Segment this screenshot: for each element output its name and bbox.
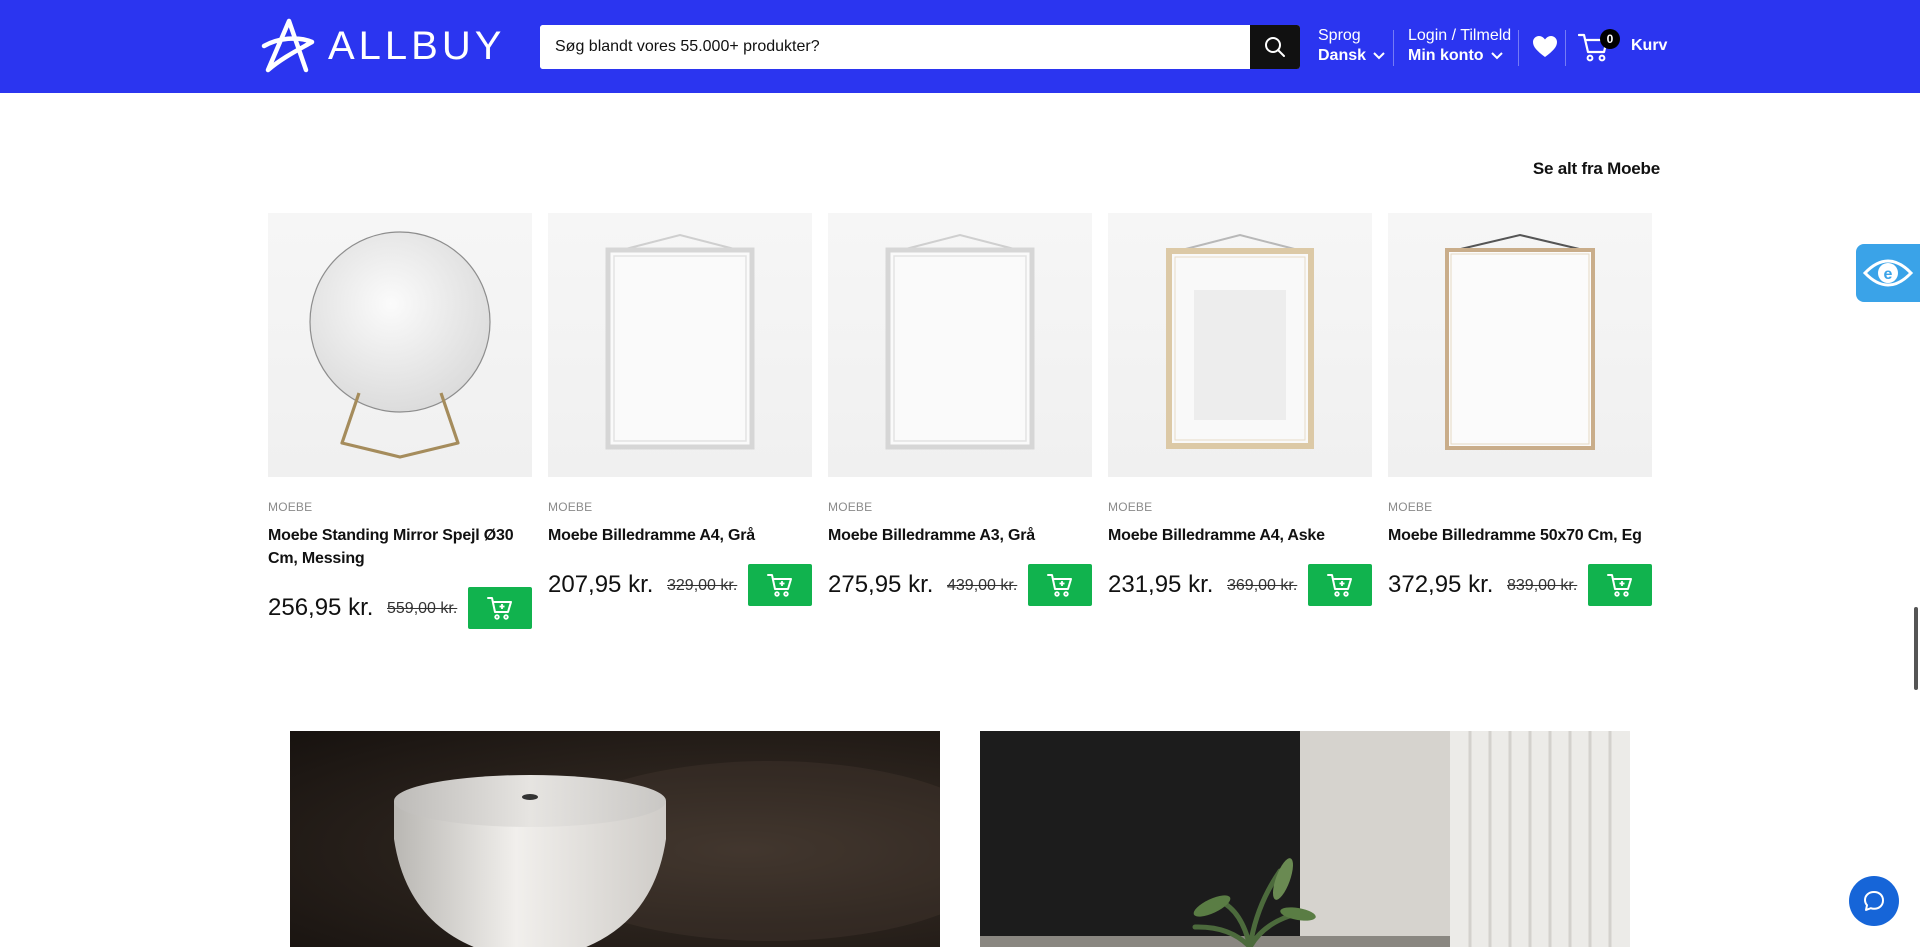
logo-text: ALLBUY bbox=[328, 23, 506, 68]
header-divider bbox=[1393, 30, 1394, 66]
product-brand: MOEBE bbox=[548, 500, 593, 514]
product-brand: MOEBE bbox=[268, 500, 313, 514]
product-name[interactable]: Moebe Standing Mirror Spejl Ø30 Cm, Mess… bbox=[268, 524, 532, 570]
language-selector[interactable]: Sprog Dansk bbox=[1318, 26, 1385, 66]
add-to-cart-button[interactable] bbox=[748, 564, 812, 606]
search-bar bbox=[540, 25, 1300, 69]
product-brand: MOEBE bbox=[1108, 500, 1153, 514]
product-image-frame-grey[interactable] bbox=[828, 213, 1092, 477]
svg-text:e: e bbox=[1884, 266, 1893, 283]
product-old-price: 439,00 kr. bbox=[947, 577, 1018, 594]
chevron-down-icon bbox=[1490, 52, 1503, 60]
product-card[interactable]: MOEBE Moebe Billedramme A3, Grå 275,95 k… bbox=[828, 213, 1092, 606]
cart-count-badge: 0 bbox=[1600, 29, 1620, 49]
product-old-price: 329,00 kr. bbox=[667, 577, 738, 594]
site-header: ALLBUY Sprog Dansk Login / Tilmeld Min k… bbox=[0, 0, 1920, 93]
product-name[interactable]: Moebe Billedramme A4, Aske bbox=[1108, 524, 1372, 547]
product-price: 372,95 kr. bbox=[1388, 571, 1494, 598]
language-value: Dansk bbox=[1318, 47, 1367, 64]
banner-lamp[interactable] bbox=[290, 731, 940, 947]
add-to-cart-button[interactable] bbox=[1588, 564, 1652, 606]
product-card[interactable]: MOEBE Moebe Billedramme 50x70 Cm, Eg 372… bbox=[1388, 213, 1652, 606]
price-row: 231,95 kr. 369,00 kr. bbox=[1108, 564, 1372, 606]
allbuy-logo[interactable]: ALLBUY bbox=[258, 18, 505, 74]
product-image-frame-ash[interactable] bbox=[1108, 213, 1372, 477]
add-to-cart-button[interactable] bbox=[468, 587, 532, 629]
chat-button[interactable] bbox=[1849, 876, 1899, 926]
product-brand: MOEBE bbox=[828, 500, 873, 514]
scrollbar-thumb[interactable] bbox=[1914, 607, 1918, 690]
product-card[interactable]: MOEBE Moebe Billedramme A4, Aske 231,95 … bbox=[1108, 213, 1372, 606]
my-account-label: Min konto bbox=[1408, 47, 1484, 64]
search-input[interactable] bbox=[540, 25, 1250, 69]
product-price: 275,95 kr. bbox=[828, 571, 934, 598]
login-register-link[interactable]: Login / Tilmeld bbox=[1408, 26, 1511, 46]
price-row: 275,95 kr. 439,00 kr. bbox=[828, 564, 1092, 606]
product-name[interactable]: Moebe Billedramme A4, Grå bbox=[548, 524, 812, 547]
search-button[interactable] bbox=[1250, 25, 1300, 69]
product-image-frame-grey[interactable] bbox=[548, 213, 812, 477]
heart-icon[interactable] bbox=[1532, 35, 1558, 59]
product-old-price: 369,00 kr. bbox=[1227, 577, 1298, 594]
accessibility-widget[interactable]: e bbox=[1856, 244, 1920, 302]
add-to-cart-icon bbox=[1047, 574, 1072, 597]
add-to-cart-icon bbox=[487, 597, 512, 620]
product-card[interactable]: MOEBE Moebe Standing Mirror Spejl Ø30 Cm… bbox=[268, 213, 532, 629]
price-row: 256,95 kr. 559,00 kr. bbox=[268, 587, 532, 629]
see-all-moebe-link[interactable]: Se alt fra Moebe bbox=[1533, 159, 1660, 179]
chat-icon bbox=[1864, 891, 1884, 911]
add-to-cart-button[interactable] bbox=[1308, 564, 1372, 606]
product-image-mirror[interactable] bbox=[268, 213, 532, 477]
header-divider bbox=[1518, 30, 1519, 66]
account-menu[interactable]: Login / Tilmeld Min konto bbox=[1408, 26, 1511, 66]
accessibility-eye-icon: e bbox=[1863, 259, 1913, 287]
language-label: Sprog bbox=[1318, 27, 1361, 44]
product-price: 256,95 kr. bbox=[268, 594, 374, 621]
price-row: 372,95 kr. 839,00 kr. bbox=[1388, 564, 1652, 606]
add-to-cart-icon bbox=[1607, 574, 1632, 597]
product-price: 207,95 kr. bbox=[548, 571, 654, 598]
chevron-down-icon bbox=[1373, 52, 1385, 60]
product-old-price: 839,00 kr. bbox=[1507, 577, 1578, 594]
add-to-cart-icon bbox=[1327, 574, 1352, 597]
header-divider bbox=[1565, 30, 1566, 66]
price-row: 207,95 kr. 329,00 kr. bbox=[548, 564, 812, 606]
product-name[interactable]: Moebe Billedramme 50x70 Cm, Eg bbox=[1388, 524, 1652, 547]
product-card[interactable]: MOEBE Moebe Billedramme A4, Grå 207,95 k… bbox=[548, 213, 812, 606]
banner-interior[interactable] bbox=[980, 731, 1630, 947]
product-name[interactable]: Moebe Billedramme A3, Grå bbox=[828, 524, 1092, 547]
product-price: 231,95 kr. bbox=[1108, 571, 1214, 598]
product-brand: MOEBE bbox=[1388, 500, 1433, 514]
search-icon bbox=[1265, 37, 1285, 57]
product-image-frame-oak[interactable] bbox=[1388, 213, 1652, 477]
cart-link[interactable]: Kurv bbox=[1631, 37, 1667, 55]
product-old-price: 559,00 kr. bbox=[387, 600, 458, 617]
add-to-cart-button[interactable] bbox=[1028, 564, 1092, 606]
allbuy-star-icon bbox=[261, 18, 315, 73]
add-to-cart-icon bbox=[767, 574, 792, 597]
